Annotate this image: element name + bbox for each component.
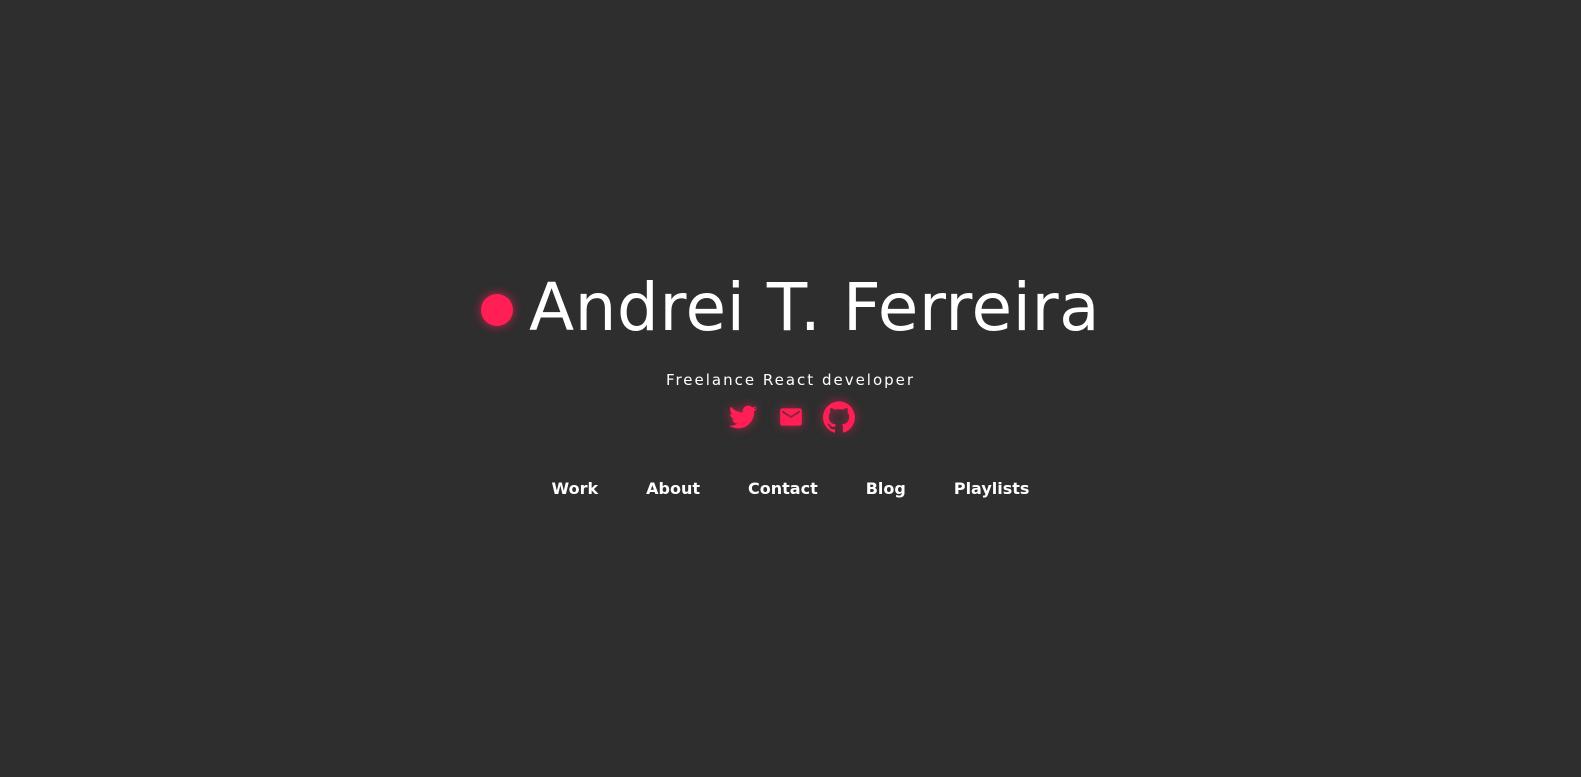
accent-dot: [480, 294, 513, 326]
nav-item-contact[interactable]: Contact: [748, 478, 818, 500]
title-row: Andrei T. Ferreira: [0, 268, 1581, 348]
main-nav: Work About Contact Blog Playlists: [0, 478, 1581, 500]
social-links: [0, 401, 1581, 433]
github-icon: [822, 401, 855, 433]
subtitle: Freelance React developer: [665, 371, 916, 389]
hero-section: Andrei T. Ferreira Freelance React devel…: [0, 0, 1581, 777]
nav-item-blog[interactable]: Blog: [866, 478, 906, 500]
twitter-link[interactable]: [727, 401, 759, 433]
nav-item-playlists[interactable]: Playlists: [954, 478, 1030, 500]
github-link[interactable]: [822, 401, 855, 433]
email-link[interactable]: [775, 401, 807, 433]
nav-item-about[interactable]: About: [646, 478, 700, 500]
page-title: Andrei T. Ferreira: [528, 269, 1101, 346]
twitter-icon: [728, 405, 757, 429]
mail-icon: [779, 408, 802, 426]
nav-item-work[interactable]: Work: [552, 478, 599, 500]
